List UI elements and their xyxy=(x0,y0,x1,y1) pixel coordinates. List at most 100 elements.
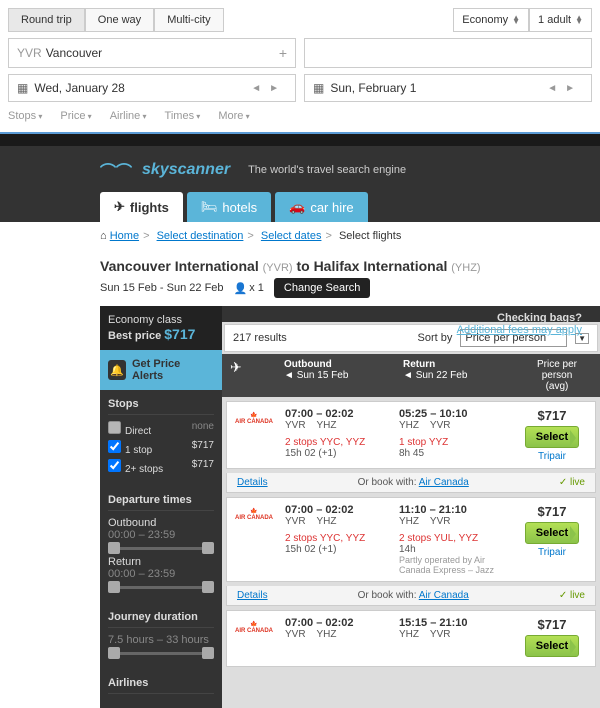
return-duration: 8h 45 xyxy=(399,448,505,459)
select-button[interactable]: Select xyxy=(525,635,579,657)
filter-direct[interactable]: Directnone xyxy=(108,421,214,437)
skyscanner-logo-icon: ⌒⌒ xyxy=(100,158,132,182)
date-nav-arrows[interactable]: ◄► xyxy=(251,83,287,94)
result-count: 217 results xyxy=(233,332,287,344)
best-price-box: Economy class Best price $717 xyxy=(100,306,222,350)
bed-icon: 🛏 xyxy=(201,199,218,215)
top-search-panel: Round trip One way Multi-city Economy▲▼ … xyxy=(0,0,600,134)
trip-type-multicity[interactable]: Multi-city xyxy=(154,8,223,32)
price-alert-button[interactable]: Get Price Alerts xyxy=(100,350,222,390)
outbound-codes: YVR YHZ xyxy=(285,516,391,527)
tab-hotels[interactable]: 🛏hotels xyxy=(187,192,271,222)
filter-price[interactable]: Price xyxy=(60,110,91,122)
outbound-codes: YVR YHZ xyxy=(285,420,391,431)
tab-carhire[interactable]: 🚗car hire xyxy=(275,192,368,222)
passenger-select[interactable]: 1 adult▲▼ xyxy=(529,8,592,32)
booking-agent[interactable]: Tripair xyxy=(515,547,589,558)
plane-icon: ✈ xyxy=(114,199,125,215)
date-nav-arrows[interactable]: ◄► xyxy=(547,83,583,94)
booking-agent[interactable]: Tripair xyxy=(515,451,589,462)
bc-destination[interactable]: Select destination xyxy=(157,230,244,242)
calendar-icon: ▦ xyxy=(17,81,28,95)
flight-card: 🍁AIR CANADA 07:00 – 02:02 YVR YHZ 15:15 … xyxy=(226,610,596,667)
bc-dates[interactable]: Select dates xyxy=(261,230,322,242)
select-button[interactable]: Select xyxy=(525,522,579,544)
fees-link[interactable]: Additional fees may apply xyxy=(457,324,582,336)
sort-label: Sort by xyxy=(418,332,453,344)
operated-by: Partly operated by Air Canada Express – … xyxy=(399,555,505,575)
filter-airline[interactable]: Airline xyxy=(110,110,147,122)
airline-logo: 🍁AIR CANADA xyxy=(235,621,273,634)
bc-home[interactable]: Home xyxy=(110,230,139,242)
return-duration: 14h xyxy=(399,544,505,555)
outbound-stops: 2 stops YYC, YYZ xyxy=(285,437,391,448)
filter-2stops[interactable]: 2+ stops$717 xyxy=(108,459,214,475)
book-with-link[interactable]: Air Canada xyxy=(419,477,469,488)
return-codes: YHZ YVR xyxy=(399,516,505,527)
return-codes: YHZ YVR xyxy=(399,420,505,431)
outbound-time-slider[interactable] xyxy=(108,547,214,550)
airline-logo: 🍁AIR CANADA xyxy=(235,508,273,521)
outbound-codes: YVR YHZ xyxy=(285,629,391,640)
book-with-link[interactable]: Air Canada xyxy=(419,590,469,601)
route-title: Vancouver International (YVR) to Halifax… xyxy=(100,258,600,274)
route-dates: Sun 15 Feb - Sun 22 Feb xyxy=(100,282,224,294)
return-times: 15:15 – 21:10 xyxy=(399,617,505,629)
outbound-times: 07:00 – 02:02 xyxy=(285,617,391,629)
filter-stops[interactable]: Stops xyxy=(8,110,42,122)
select-button[interactable]: Select xyxy=(525,426,579,448)
origin-city: Vancouver xyxy=(46,46,102,60)
details-link[interactable]: Details xyxy=(237,477,268,488)
return-stops: 2 stops YUL, YYZ xyxy=(399,533,505,544)
outbound-duration: 15h 02 (+1) xyxy=(285,448,391,459)
cabin-class-select[interactable]: Economy▲▼ xyxy=(453,8,529,32)
depart-date-value: Wed, January 28 xyxy=(34,81,125,95)
return-date-input[interactable]: ▦ Sun, February 1 ◄► xyxy=(304,74,592,102)
destination-input[interactable] xyxy=(304,38,592,68)
filter-sidebar: Economy class Best price $717 Get Price … xyxy=(100,306,222,708)
return-times: 05:25 – 10:10 xyxy=(399,408,505,420)
updown-icon: ▲▼ xyxy=(512,16,520,24)
duration-slider[interactable] xyxy=(108,652,214,655)
origin-input[interactable]: YVR Vancouver + xyxy=(8,38,296,68)
outbound-duration: 15h 02 (+1) xyxy=(285,544,391,555)
departure-times-title: Departure times xyxy=(108,494,214,511)
details-link[interactable]: Details xyxy=(237,590,268,601)
airline-logo: 🍁AIR CANADA xyxy=(235,412,273,425)
outbound-label: Outbound xyxy=(108,517,214,529)
add-origin-icon[interactable]: + xyxy=(279,45,287,61)
airlines-title: Airlines xyxy=(108,677,214,694)
filter-1stop[interactable]: 1 stop$717 xyxy=(108,440,214,456)
calendar-icon: ▦ xyxy=(313,81,324,95)
outbound-times: 07:00 – 02:02 xyxy=(285,408,391,420)
outbound-range: 00:00 – 23:59 xyxy=(108,529,214,541)
trip-type-roundtrip[interactable]: Round trip xyxy=(8,8,85,32)
home-icon: ⌂ xyxy=(100,230,107,242)
filter-more[interactable]: More xyxy=(218,110,249,122)
checking-bags-label: Checking bags? xyxy=(497,312,582,324)
filter-times[interactable]: Times xyxy=(165,110,201,122)
price-value: $717 xyxy=(515,504,589,519)
return-label: Return xyxy=(108,556,214,568)
outbound-stops: 2 stops YYC, YYZ xyxy=(285,533,391,544)
live-indicator: ✓ live xyxy=(559,477,585,488)
site-header: ⌒⌒ skyscanner The world's travel search … xyxy=(0,146,600,222)
return-times: 11:10 – 21:10 xyxy=(399,504,505,516)
price-value: $717 xyxy=(515,617,589,632)
tab-flights[interactable]: ✈flights xyxy=(100,192,183,222)
live-indicator: ✓ live xyxy=(559,590,585,601)
breadcrumb: ⌂ Home> Select destination> Select dates… xyxy=(0,222,600,250)
flight-card: 🍁AIR CANADA 07:00 – 02:02 YVR YHZ 2 stop… xyxy=(226,401,596,469)
change-search-button[interactable]: Change Search xyxy=(274,278,370,298)
origin-code: YVR xyxy=(17,46,42,60)
bc-current: Select flights xyxy=(339,230,401,242)
trip-type-oneway[interactable]: One way xyxy=(85,8,154,32)
bell-icon xyxy=(108,360,126,380)
person-icon: 👤 xyxy=(234,282,248,295)
stops-filter-title: Stops xyxy=(108,398,214,415)
depart-date-input[interactable]: ▦ Wed, January 28 ◄► xyxy=(8,74,296,102)
duration-range: 7.5 hours – 33 hours xyxy=(108,634,214,646)
return-time-slider[interactable] xyxy=(108,586,214,589)
airline-icon: ✈ xyxy=(222,354,276,397)
brand-name: skyscanner xyxy=(142,161,230,179)
